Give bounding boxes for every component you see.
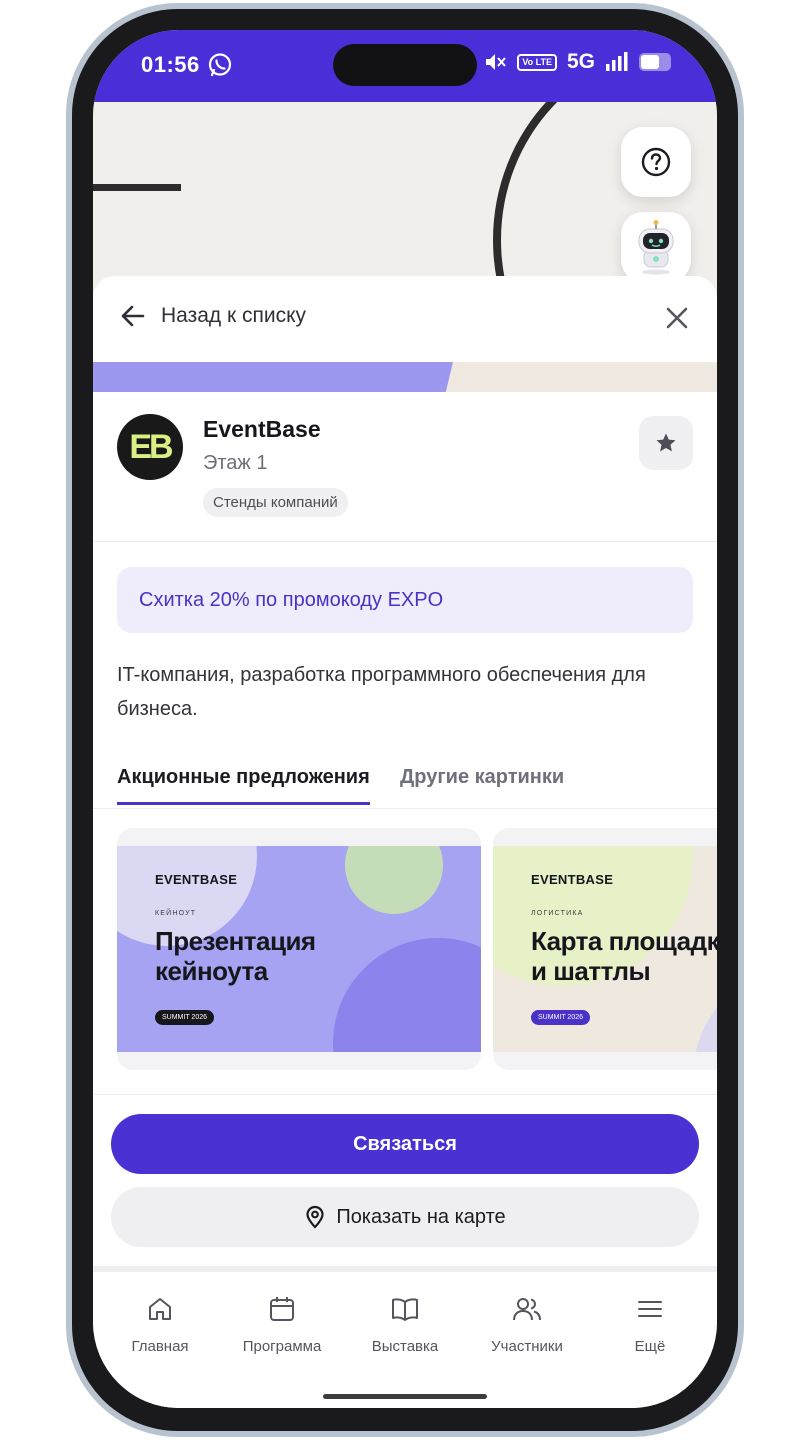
status-bar: 01:56 Vo LTE 5G bbox=[93, 30, 717, 102]
tabbar-item-exhibition[interactable]: Выставка bbox=[350, 1294, 460, 1355]
robot-assistant-icon bbox=[638, 220, 674, 275]
status-icons: Vo LTE 5G bbox=[483, 50, 671, 74]
whatsapp-icon bbox=[208, 53, 232, 77]
tabbar-label: Участники bbox=[491, 1338, 563, 1355]
card-deco-circle bbox=[345, 846, 443, 914]
card-brand: EVENTBASE bbox=[531, 872, 614, 887]
banner-accent bbox=[93, 362, 453, 392]
divider bbox=[93, 541, 717, 542]
promo-card-image: EVENTBASE ЛОГИСТИКА Карта площадки и шат… bbox=[493, 846, 717, 1052]
question-circle-icon bbox=[641, 147, 671, 177]
promo-card[interactable]: EVENTBASE ЛОГИСТИКА Карта площадки и шат… bbox=[493, 828, 717, 1070]
card-deco-circle bbox=[333, 938, 481, 1052]
tabbar-label: Ещё bbox=[634, 1338, 666, 1355]
company-info: EB EventBase Этаж 1 Стенды компаний bbox=[93, 392, 717, 542]
tabbar-label: Программа bbox=[242, 1338, 322, 1355]
company-floor: Этаж 1 bbox=[203, 452, 268, 474]
card-chip: SUMMIT 2026 bbox=[155, 1010, 214, 1025]
favorite-button[interactable] bbox=[639, 416, 693, 470]
network-type: 5G bbox=[566, 50, 595, 73]
promo-banner: Схитка 20% по промокоду EXPO bbox=[117, 567, 693, 633]
company-banner bbox=[93, 362, 717, 392]
help-button[interactable] bbox=[621, 127, 691, 197]
company-sheet: Назад к списку EB EventBase Этаж 1 Стенд… bbox=[93, 276, 717, 1276]
tabbar-item-participants[interactable]: Участники bbox=[472, 1294, 582, 1355]
card-title: Презентация кейноута bbox=[155, 926, 316, 986]
tabbar-label: Выставка bbox=[371, 1338, 439, 1355]
tabbar-item-more[interactable]: Ещё bbox=[595, 1294, 705, 1355]
bottom-tab-bar: Главная Программа Выставка Участники Ещё bbox=[93, 1266, 717, 1408]
show-on-map-button[interactable]: Показать на карте bbox=[111, 1187, 699, 1247]
back-to-list-button[interactable]: Назад к списку bbox=[119, 302, 306, 330]
arrow-left-icon bbox=[121, 305, 145, 327]
volte-badge: Vo LTE bbox=[517, 53, 557, 71]
divider bbox=[93, 1094, 717, 1095]
promo-cards-carousel[interactable]: EVENTBASE КЕЙНОУТ Презентация кейноута S… bbox=[117, 828, 717, 1072]
close-icon[interactable] bbox=[663, 304, 691, 332]
card-kicker: КЕЙНОУТ bbox=[155, 910, 197, 917]
users-icon bbox=[513, 1298, 541, 1321]
status-time: 01:56 bbox=[141, 52, 200, 77]
menu-icon bbox=[638, 1301, 662, 1317]
card-title: Карта площадки и шаттлы bbox=[531, 926, 717, 986]
map-wall-line bbox=[93, 184, 181, 191]
company-name: EventBase bbox=[203, 416, 321, 442]
content-tabs: Акционные предложения Другие картинки bbox=[93, 760, 717, 809]
tabbar-item-program[interactable]: Программа bbox=[227, 1294, 337, 1355]
assistant-button[interactable] bbox=[621, 212, 691, 282]
company-description: IT-компания, разработка программного обе… bbox=[117, 664, 646, 720]
promo-card-image: EVENTBASE КЕЙНОУТ Презентация кейноута S… bbox=[117, 846, 481, 1052]
tabbar-item-home[interactable]: Главная bbox=[105, 1294, 215, 1355]
show-on-map-label: Показать на карте bbox=[336, 1205, 506, 1228]
card-kicker: ЛОГИСТИКА bbox=[531, 910, 584, 917]
mute-icon bbox=[486, 54, 507, 70]
map-view[interactable] bbox=[93, 102, 717, 302]
signal-icon bbox=[606, 52, 628, 71]
home-indicator[interactable] bbox=[323, 1394, 487, 1399]
phone-screen: 01:56 Vo LTE 5G Назад к списку EB EventB… bbox=[93, 30, 717, 1408]
battery-icon bbox=[639, 53, 671, 71]
calendar-icon bbox=[270, 1297, 294, 1321]
home-icon bbox=[149, 1298, 171, 1320]
category-chip[interactable]: Стенды компаний bbox=[203, 488, 348, 517]
contact-button[interactable]: Связаться bbox=[111, 1114, 699, 1174]
star-icon bbox=[656, 433, 676, 452]
tabbar-label: Главная bbox=[131, 1338, 189, 1355]
book-icon bbox=[392, 1298, 418, 1321]
sheet-header: Назад к списку bbox=[93, 276, 717, 362]
card-brand: EVENTBASE bbox=[155, 872, 238, 887]
company-logo: EB bbox=[117, 414, 183, 480]
map-pin-icon bbox=[306, 1205, 324, 1229]
dynamic-island bbox=[333, 44, 477, 86]
back-label: Назад к списку bbox=[161, 304, 307, 327]
promo-text: Схитка 20% по промокоду EXPO bbox=[139, 589, 444, 611]
tab-promotions[interactable]: Акционные предложения bbox=[117, 766, 370, 805]
card-chip: SUMMIT 2026 bbox=[531, 1010, 590, 1025]
promo-card[interactable]: EVENTBASE КЕЙНОУТ Презентация кейноута S… bbox=[117, 828, 481, 1070]
tab-other-pictures[interactable]: Другие картинки bbox=[400, 766, 564, 789]
